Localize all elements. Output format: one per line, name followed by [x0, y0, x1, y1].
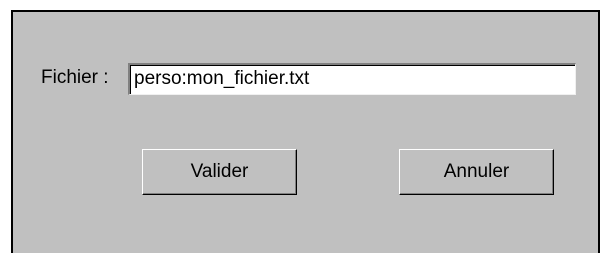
file-dialog: Fichier : perso:mon_fichier.txt Valider …: [11, 10, 600, 253]
file-label: Fichier :: [41, 67, 109, 88]
file-path-input[interactable]: perso:mon_fichier.txt: [128, 63, 576, 95]
cancel-button[interactable]: Annuler: [399, 149, 554, 195]
validate-button[interactable]: Valider: [142, 149, 297, 195]
